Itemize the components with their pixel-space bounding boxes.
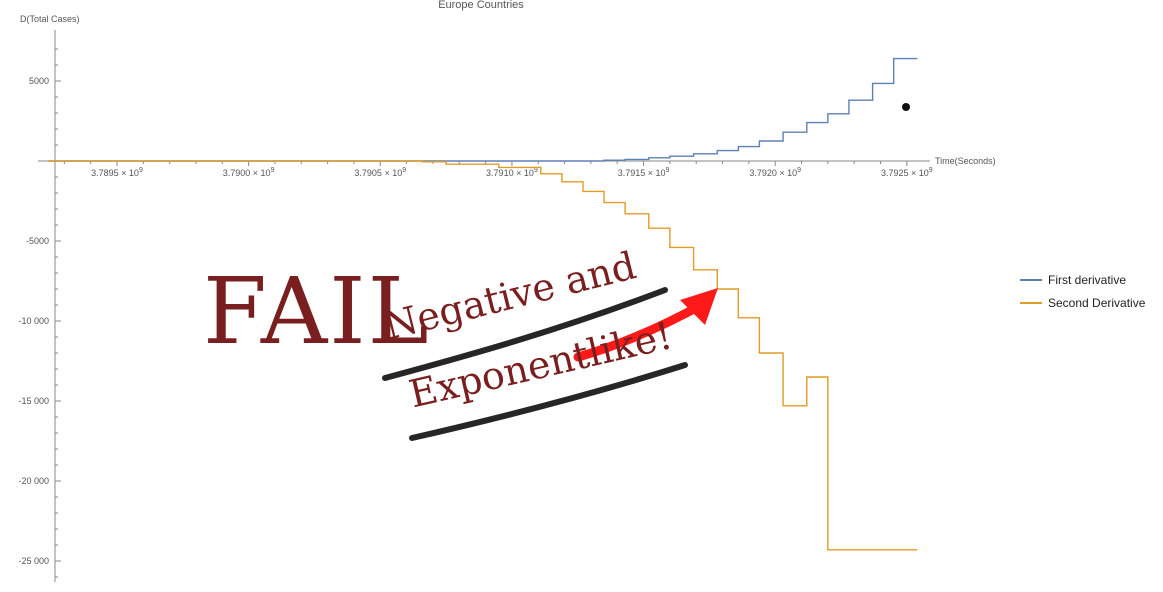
x-tick-label: 3.7905 × 109 <box>354 167 406 178</box>
y-tick-label: -5000 <box>26 236 49 246</box>
legend-item-second: Second Derivative <box>1020 291 1145 314</box>
x-tick-label: 3.7895 × 109 <box>91 167 143 178</box>
legend-label-first: First derivative <box>1048 272 1127 287</box>
chart-title: Europe Countries <box>438 0 524 11</box>
y-tick-label: -10 000 <box>18 316 49 326</box>
x-axis-label: Time(Seconds) <box>935 156 996 166</box>
x-tick-label: 3.7900 × 109 <box>223 167 275 178</box>
legend-item-first: First derivative <box>1020 268 1145 291</box>
x-tick-label: 3.7910 × 109 <box>486 167 538 178</box>
annotation-layer <box>573 103 910 362</box>
legend: First derivative Second Derivative <box>1020 268 1145 314</box>
x-tick-label: 3.7915 × 109 <box>618 167 670 178</box>
legend-swatch-second <box>1020 301 1042 304</box>
legend-label-second: Second Derivative <box>1048 295 1146 310</box>
y-axis-label: D(Total Cases) <box>20 14 80 24</box>
red-arrowhead-icon <box>680 288 718 325</box>
y-tick-label: 5000 <box>29 76 49 86</box>
y-tick-label: -15 000 <box>18 396 49 406</box>
y-tick-label: -25 000 <box>18 556 49 566</box>
x-tick-label: 3.7920 × 109 <box>749 167 801 178</box>
x-tick-label: 3.7925 × 109 <box>881 167 933 178</box>
stray-dot <box>902 103 910 111</box>
y-tick-label: -20 000 <box>18 476 49 486</box>
legend-swatch-first <box>1020 278 1042 281</box>
series-line-first-derivative <box>48 57 918 162</box>
